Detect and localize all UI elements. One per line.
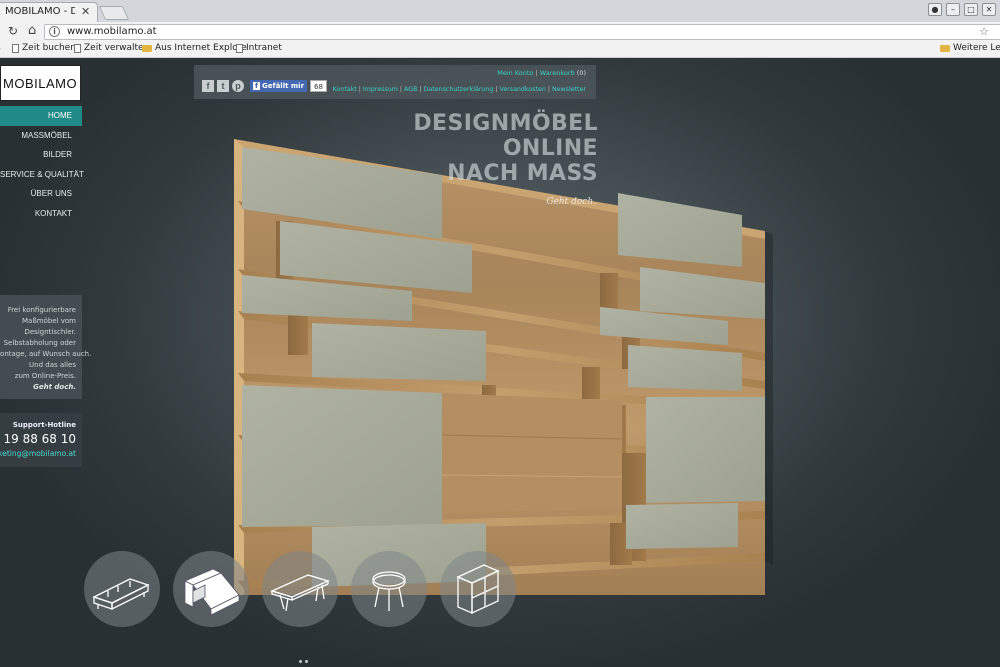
bookmark-zeit-buchen[interactable]: Zeit buchen [12, 43, 76, 53]
hotline-phone[interactable]: 0699 19 88 68 10 [0, 432, 76, 446]
link-kontakt[interactable]: Kontakt [333, 86, 357, 93]
promo-line: zum Online-Preis. [14, 372, 76, 380]
sidebar: MOBILAMO HOME MASSMÖBEL BILDER SERVICE &… [0, 59, 92, 667]
facebook-like-label: Gefällt mir [262, 82, 305, 90]
promo-box: Frei konfigurierbare Maßmöbel vom Design… [0, 295, 92, 399]
browser-tab-bar: MOBILAMO - Design M ✕ ● – □ ✕ [0, 0, 1000, 22]
home-icon[interactable]: ⌂ [28, 23, 36, 38]
cabinet-icon [456, 564, 500, 615]
nav-item-ueber-uns[interactable]: ÜBER UNS [0, 184, 82, 204]
category-table[interactable] [262, 551, 338, 627]
info-links: Kontakt | Impressum | AGB | Datenschutze… [332, 86, 586, 93]
category-selector [84, 551, 524, 631]
tab-close-icon[interactable]: ✕ [81, 5, 90, 18]
hotline-title: Support-Hotline [12, 421, 76, 429]
promo-line: Und das alles [29, 361, 76, 369]
link-impressum[interactable]: Impressum [363, 86, 398, 93]
promo-line: Montage, auf Wunsch auch. [0, 350, 92, 358]
info-icon[interactable]: i [49, 26, 60, 37]
web-page: DESIGNMÖBEL ONLINE NACH MASS Geht doch. … [0, 59, 1000, 667]
page-icon [236, 43, 243, 53]
window-controls: ● – □ ✕ [928, 3, 996, 16]
bookmark-label: Zeit verwalten [84, 43, 150, 53]
table-icon [270, 574, 330, 612]
bookmark-internet-explorer[interactable]: Aus Internet Explore [142, 43, 247, 53]
facebook-like-icon: f [253, 82, 261, 90]
reload-icon[interactable]: ↻ [8, 24, 18, 38]
category-cabinet[interactable] [440, 551, 516, 627]
bookmark-other[interactable]: Weitere Lesez [940, 43, 1000, 53]
slider-dot[interactable] [305, 660, 308, 663]
profile-icon[interactable]: ● [928, 3, 942, 16]
twitter-icon[interactable]: t [217, 80, 229, 92]
facebook-icon[interactable]: f [202, 80, 214, 92]
category-lowboard[interactable] [84, 551, 160, 627]
lowboard-icon [92, 578, 150, 611]
cart-count: (0) [576, 69, 586, 77]
bookmark-zeit-verwalten[interactable]: Zeit verwalten [74, 43, 149, 53]
link-mein-konto[interactable]: Mein Konto [497, 69, 533, 77]
folder-icon [142, 44, 152, 52]
slider-dots[interactable] [299, 660, 308, 663]
bookmark-apps[interactable]: s [0, 43, 1, 53]
facebook-like-button[interactable]: f Gefällt mir [250, 80, 308, 92]
address-bar[interactable]: i www.mobilamo.at ☆ [44, 24, 1000, 40]
bookmark-label: Aus Internet Explore [155, 43, 247, 53]
main-nav: HOME MASSMÖBEL BILDER SERVICE & QUALITÄT… [0, 106, 84, 224]
nav-item-massmoebel[interactable]: MASSMÖBEL [0, 126, 82, 146]
nav-item-service[interactable]: SERVICE & QUALITÄT [0, 165, 84, 185]
page-icon [12, 43, 19, 53]
headline-line: NACH MASS [447, 161, 598, 186]
page-icon [74, 43, 81, 53]
headline-line: DESIGNMÖBEL [413, 111, 598, 136]
new-tab-button[interactable] [98, 6, 130, 20]
link-versandkosten[interactable]: Versandkosten [500, 86, 546, 93]
promo-line: Frei konfigurierbare [7, 306, 76, 314]
address-row: ↻ ⌂ i www.mobilamo.at ☆ [0, 22, 1000, 41]
minimize-icon[interactable]: – [946, 3, 960, 16]
nav-item-bilder[interactable]: BILDER [0, 145, 82, 165]
headline-line: ONLINE [502, 136, 598, 161]
folder-icon [940, 44, 950, 52]
nav-item-kontakt[interactable]: KONTAKT [0, 204, 82, 224]
category-desk[interactable] [173, 551, 249, 627]
top-info-bar: f t p f Gefällt mir 68 Mein Konto | Waren… [194, 65, 596, 99]
bookmark-intranet[interactable]: Intranet [236, 43, 282, 53]
social-links: f t p f Gefällt mir 68 [202, 80, 327, 92]
promo-line: Selbstabholung oder [3, 339, 76, 347]
browser-tab[interactable]: MOBILAMO - Design M ✕ [0, 2, 98, 22]
hotline-email-link[interactable]: marketing@mobilamo.at [0, 449, 76, 458]
logo-text: MOBILAMO [3, 76, 78, 91]
facebook-like-count: 68 [310, 80, 327, 92]
hero-headline: DESIGNMÖBEL ONLINE NACH MASS [380, 111, 598, 186]
bookmark-label: Intranet [246, 43, 282, 53]
close-window-icon[interactable]: ✕ [982, 3, 996, 16]
maximize-icon[interactable]: □ [964, 3, 978, 16]
link-datenschutz[interactable]: Datenschutzerklärung [424, 86, 494, 93]
tab-title: MOBILAMO - Design M [5, 6, 75, 17]
promo-line: Designtischler. [24, 328, 76, 336]
support-hotline: Support-Hotline 0699 19 88 68 10 marketi… [0, 413, 82, 467]
bookmark-label: Zeit buchen [22, 43, 76, 53]
link-newsletter[interactable]: Newsletter [552, 86, 586, 93]
account-links: Mein Konto | Warenkorb (0) [497, 69, 586, 77]
pinterest-icon[interactable]: p [232, 80, 244, 92]
corner-desk-icon [184, 568, 240, 616]
nav-item-home[interactable]: HOME [0, 106, 82, 126]
link-agb[interactable]: AGB [404, 86, 417, 93]
link-warenkorb[interactable]: Warenkorb [540, 69, 575, 77]
hero-tagline: Geht doch. [546, 197, 596, 207]
slider-dot[interactable] [299, 660, 302, 663]
bookmark-star-icon[interactable]: ☆ [979, 25, 989, 38]
bookmark-label: Weitere Lesez [953, 43, 1000, 53]
promo-line: Maßmöbel vom [21, 317, 76, 325]
side-table-icon [372, 571, 406, 611]
category-side-table[interactable] [351, 551, 427, 627]
url-text[interactable]: www.mobilamo.at [67, 26, 157, 37]
bookmarks-bar: s Zeit buchen Zeit verwalten Aus Interne… [0, 41, 1000, 58]
promo-text: Frei konfigurierbare Maßmöbel vom Design… [0, 305, 92, 393]
site-logo[interactable]: MOBILAMO [0, 65, 81, 101]
promo-emphasis: Geht doch. [33, 383, 76, 391]
